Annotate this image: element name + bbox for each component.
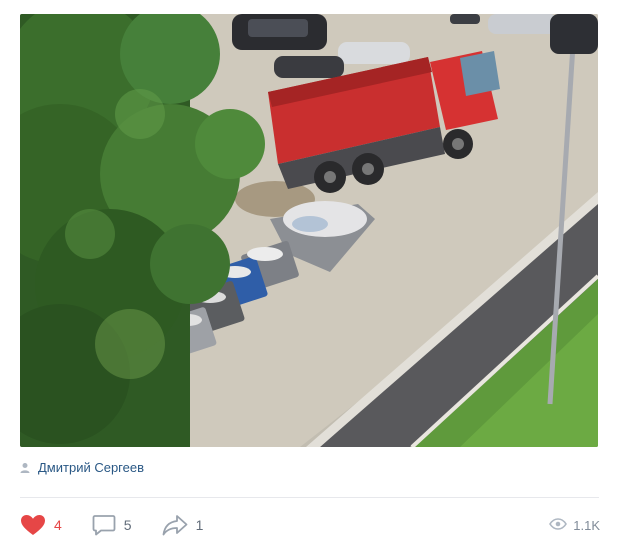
- like-count: 4: [54, 517, 62, 533]
- comment-count: 5: [123, 517, 132, 533]
- user-icon: [20, 461, 30, 473]
- photo-image: [20, 14, 598, 447]
- share-icon: [162, 514, 188, 536]
- share-button[interactable]: 1: [162, 514, 204, 536]
- post-photo[interactable]: [20, 14, 598, 447]
- comment-button[interactable]: 5: [92, 514, 132, 536]
- divider: [20, 497, 599, 498]
- author-name[interactable]: Дмитрий Сергеев: [38, 460, 144, 475]
- like-button[interactable]: 4: [20, 514, 62, 536]
- views-counter: 1.1K: [549, 518, 600, 533]
- post-actions: 4 5 1 1.1K: [20, 511, 600, 539]
- eye-icon: [549, 517, 568, 533]
- comment-icon: [92, 514, 116, 536]
- heart-icon: [20, 514, 46, 536]
- post-author[interactable]: Дмитрий Сергеев: [20, 458, 144, 476]
- views-count: 1.1K: [573, 517, 600, 533]
- share-count: 1: [195, 517, 204, 533]
